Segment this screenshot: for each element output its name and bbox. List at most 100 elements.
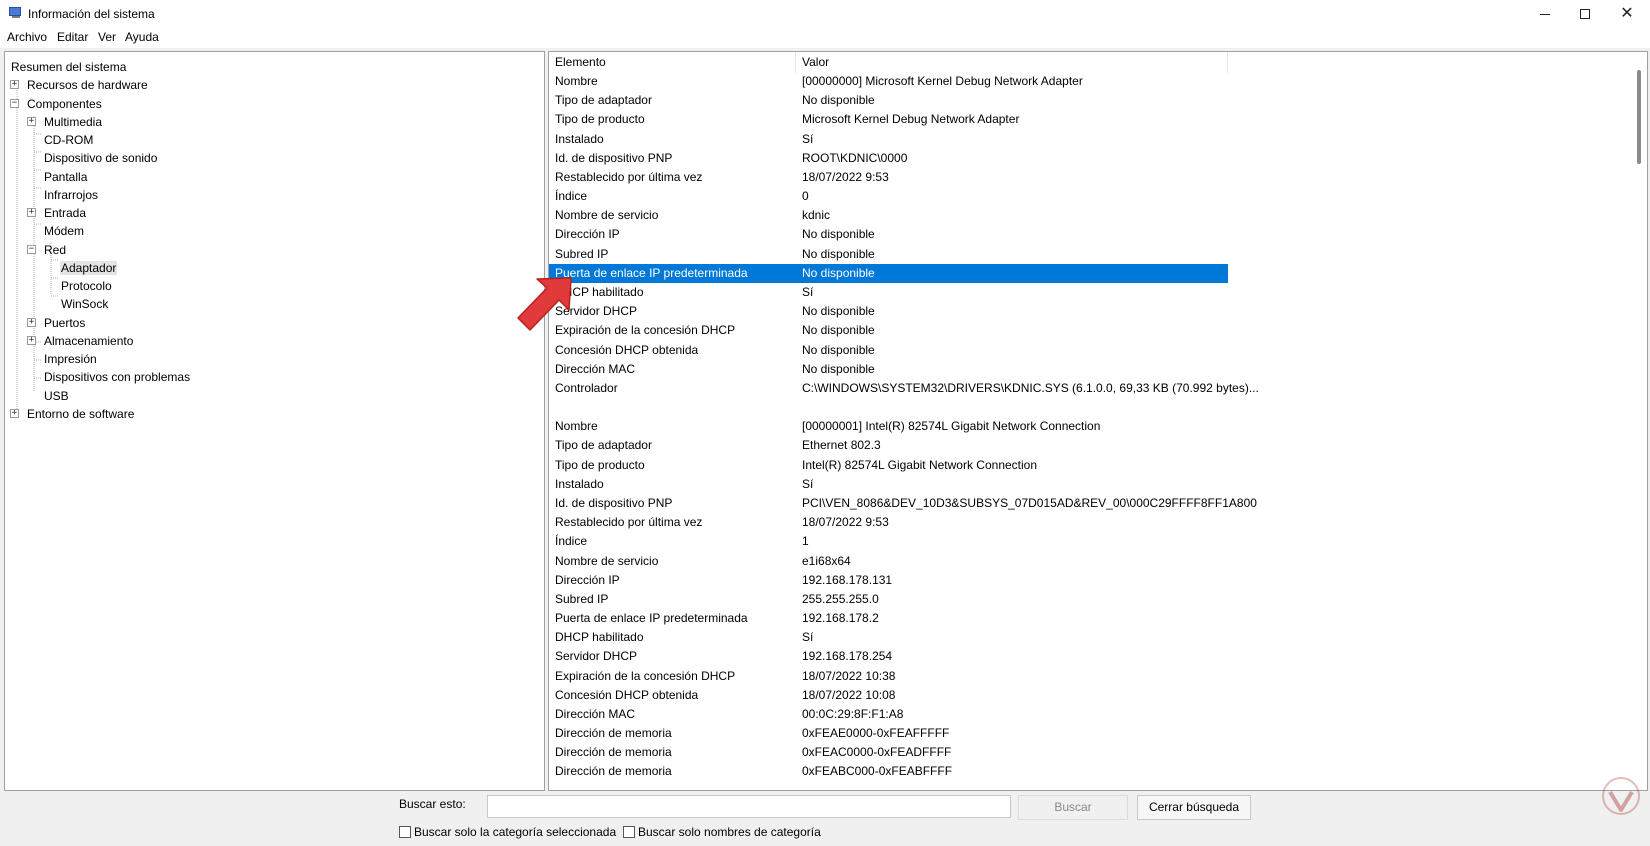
row-elemento: Dirección de memoria — [555, 745, 672, 760]
tree-item[interactable]: Resumen del sistema — [10, 58, 127, 76]
table-row[interactable]: Subred IP No disponible — [549, 245, 1228, 264]
tree-item[interactable]: Pantalla — [43, 168, 88, 186]
menu-ver[interactable]: Ver — [98, 30, 116, 44]
expand-icon[interactable]: + — [10, 408, 19, 418]
tree-item[interactable]: Puertos — [43, 314, 86, 332]
table-row[interactable]: Tipo de adaptador No disponible — [549, 91, 1228, 110]
table-row[interactable]: Tipo de adaptador Ethernet 802.3 — [549, 436, 1228, 455]
tree-item[interactable]: Módem — [43, 222, 85, 240]
column-header-elemento[interactable]: Elemento — [549, 52, 796, 73]
table-row[interactable]: Dirección MAC No disponible — [549, 360, 1228, 379]
table-row[interactable]: Servidor DHCP No disponible — [549, 302, 1228, 321]
table-row[interactable]: Dirección de memoria 0xFEAE0000-0xFEAFFFF… — [549, 724, 1228, 743]
buscar-button[interactable]: Buscar — [1018, 795, 1128, 820]
menu-editar[interactable]: Editar — [57, 30, 88, 44]
table-row[interactable]: DHCP habilitado Sí — [549, 283, 1228, 302]
expand-icon[interactable]: + — [27, 335, 36, 345]
checkbox-icon[interactable] — [623, 826, 635, 838]
table-row[interactable]: Nombre de servicio kdnic — [549, 206, 1228, 225]
table-row[interactable]: Concesión DHCP obtenida No disponible — [549, 341, 1228, 360]
table-row[interactable]: Dirección de memoria 0xFEAC0000-0xFEADFFF… — [549, 743, 1228, 762]
expand-icon[interactable]: + — [10, 80, 19, 90]
column-header-valor[interactable]: Valor — [796, 52, 1228, 73]
scrollbar-thumb[interactable] — [1637, 70, 1641, 164]
tree-item[interactable]: Multimedia — [43, 113, 103, 131]
details-list[interactable]: Elemento Valor Nombre [00000000] Microsof… — [548, 51, 1648, 791]
table-row[interactable]: Expiración de la concesión DHCP No dispon… — [549, 321, 1228, 340]
table-row[interactable]: Instalado Sí — [549, 475, 1228, 494]
table-row[interactable]: Índice 1 — [549, 532, 1228, 551]
tree-item[interactable]: Componentes — [26, 95, 103, 113]
row-elemento: Puerta de enlace IP predeterminada — [555, 611, 748, 626]
tree-item[interactable]: Dispositivos con problemas — [43, 368, 191, 386]
close-button[interactable]: ✕ — [1604, 0, 1650, 28]
row-valor: 192.168.178.254 — [802, 649, 893, 664]
tree-item[interactable]: Adaptador — [60, 259, 118, 277]
checkbox-icon[interactable] — [399, 826, 411, 838]
table-row[interactable]: Concesión DHCP obtenida 18/07/2022 10:08 — [549, 686, 1228, 705]
cerrar-busqueda-button[interactable]: Cerrar búsqueda — [1137, 795, 1251, 820]
expand-icon[interactable]: + — [27, 317, 36, 327]
tree-item[interactable]: Impresión — [43, 350, 98, 368]
table-row[interactable]: Instalado Sí — [549, 130, 1228, 149]
row-valor: No disponible — [802, 323, 875, 338]
table-row[interactable]: Nombre [00000000] Microsoft Kernel Debug … — [549, 72, 1228, 91]
table-row[interactable]: Restablecido por última vez 18/07/2022 9:… — [549, 168, 1228, 187]
expand-icon[interactable]: + — [27, 116, 36, 126]
search-selected-category-checkbox[interactable]: Buscar solo la categoría seleccionada — [399, 825, 616, 839]
row-valor: No disponible — [802, 304, 875, 319]
menu-archivo[interactable]: Archivo — [7, 30, 47, 44]
table-row[interactable]: Tipo de producto Microsoft Kernel Debug N… — [549, 110, 1228, 129]
table-row[interactable]: Dirección MAC 00:0C:29:8F:F1:A8 — [549, 705, 1228, 724]
table-row[interactable]: Tipo de producto Intel(R) 82574L Gigabit … — [549, 456, 1228, 475]
menu-ayuda[interactable]: Ayuda — [125, 30, 159, 44]
table-row[interactable] — [549, 398, 1228, 417]
tree-item[interactable]: Entrada — [43, 204, 87, 222]
tree-item[interactable]: Red — [43, 241, 67, 259]
table-row[interactable]: Dirección IP No disponible — [549, 225, 1228, 244]
tree-item-label: WinSock — [61, 297, 109, 312]
table-row[interactable]: Dirección IP 192.168.178.131 — [549, 571, 1228, 590]
table-row[interactable]: Puerta de enlace IP predeterminada No dis… — [549, 263, 1228, 283]
table-row[interactable]: Subred IP 255.255.255.0 — [549, 590, 1228, 609]
row-elemento: Puerta de enlace IP predeterminada — [555, 265, 748, 280]
search-input[interactable] — [487, 795, 1011, 818]
tree-item-label: Pantalla — [44, 169, 88, 184]
tree-item[interactable]: Recursos de hardware — [26, 76, 149, 94]
category-tree[interactable]: Resumen del sistema Recursos de hardware +… — [4, 51, 545, 791]
search-category-names-checkbox[interactable]: Buscar solo nombres de categoría — [623, 825, 821, 839]
table-row[interactable]: Dirección de memoria 0xFEABC000-0xFEABFFF… — [549, 762, 1228, 781]
table-row[interactable]: Índice 0 — [549, 187, 1228, 206]
tree-item[interactable]: WinSock — [60, 295, 109, 313]
table-row[interactable]: Servidor DHCP 192.168.178.254 — [549, 647, 1228, 666]
table-row[interactable]: Nombre [00000001] Intel(R) 82574L Gigabit… — [549, 417, 1228, 436]
row-elemento: Id. de dispositivo PNP — [555, 495, 673, 510]
tree-item[interactable]: Almacenamiento — [43, 332, 134, 350]
table-row[interactable]: Expiración de la concesión DHCP 18/07/202… — [549, 667, 1228, 686]
table-row[interactable]: Controlador C:\WINDOWS\SYSTEM32\DRIVERS\K… — [549, 379, 1259, 398]
table-row[interactable]: DHCP habilitado Sí — [549, 628, 1228, 647]
table-row[interactable]: Id. de dispositivo PNP ROOT\KDNIC\0000 — [549, 149, 1228, 168]
row-valor: No disponible — [802, 361, 875, 376]
table-row[interactable]: Nombre de servicio e1i68x64 — [549, 552, 1228, 571]
tree-item[interactable]: Infrarrojos — [43, 186, 99, 204]
table-row[interactable]: Id. de dispositivo PNP PCI\VEN_8086&DEV_1… — [549, 494, 1257, 513]
tree-item[interactable]: Protocolo — [60, 277, 113, 295]
row-elemento: Restablecido por última vez — [555, 169, 703, 184]
table-row[interactable]: Puerta de enlace IP predeterminada 192.16… — [549, 609, 1228, 628]
row-valor: 192.168.178.2 — [802, 611, 879, 626]
maximize-button[interactable] — [1562, 0, 1608, 28]
tree-item[interactable]: Entorno de software — [26, 405, 135, 423]
tree-item-label: CD-ROM — [44, 133, 94, 147]
collapse-icon[interactable]: − — [10, 98, 19, 108]
row-elemento: Dirección de memoria — [555, 764, 672, 779]
table-row[interactable]: Restablecido por última vez 18/07/2022 9:… — [549, 513, 1228, 532]
tree-item[interactable]: CD-ROM — [43, 131, 94, 149]
collapse-icon[interactable]: − — [27, 244, 36, 254]
row-valor: [00000000] Microsoft Kernel Debug Networ… — [802, 74, 1083, 88]
expand-icon[interactable]: + — [27, 208, 36, 217]
tree-item[interactable]: USB — [43, 387, 70, 405]
row-elemento: Id. de dispositivo PNP — [555, 150, 673, 165]
row-valor: ROOT\KDNIC\0000 — [802, 150, 908, 165]
tree-item[interactable]: Dispositivo de sonido — [43, 149, 158, 167]
